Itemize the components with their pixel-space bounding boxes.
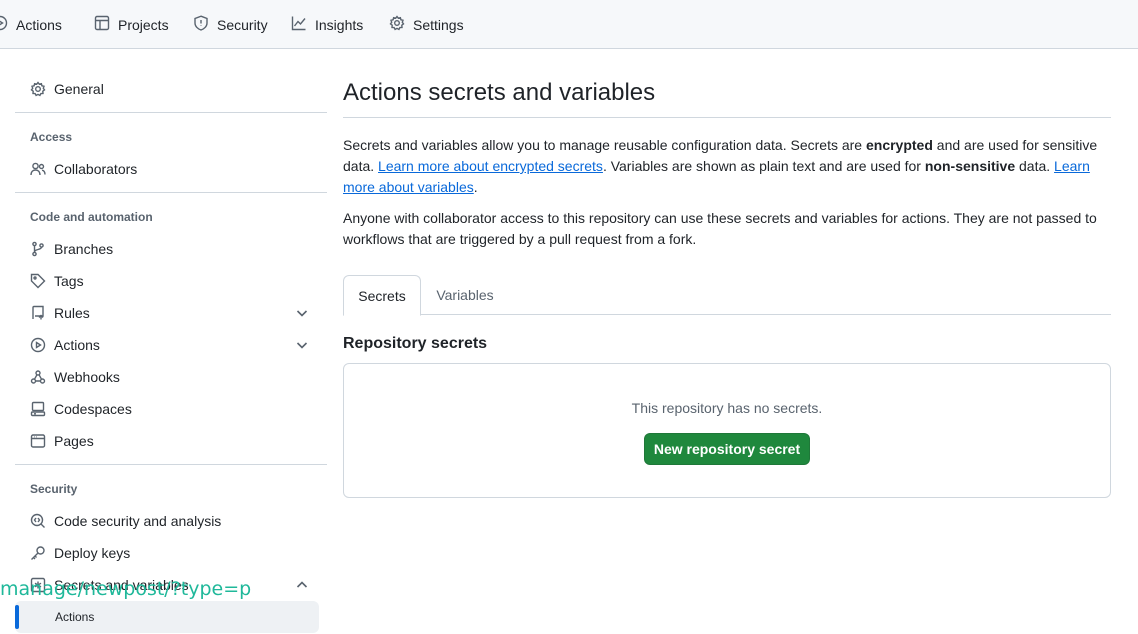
nav-tab-security[interactable]: Security	[193, 0, 268, 49]
nav-tab-label: Security	[217, 16, 268, 33]
sidebar-heading-access: Access	[30, 130, 73, 144]
nav-tab-label: Projects	[118, 16, 169, 33]
sidebar-subitem-actions[interactable]: Actions	[15, 601, 319, 633]
access-note: Anyone with collaborator access to this …	[343, 210, 1097, 247]
tag-icon	[30, 273, 46, 289]
sidebar-item-general[interactable]: General	[15, 73, 319, 105]
desc-bold: encrypted	[865, 137, 933, 153]
sidebar-item-label: Pages	[54, 433, 94, 449]
nav-tab-settings[interactable]: Settings	[389, 0, 464, 49]
chevron-down-icon[interactable]	[295, 338, 309, 352]
chevron-up-icon[interactable]	[295, 578, 309, 592]
active-marker	[15, 605, 19, 629]
desc-bold: non-sensitive	[924, 158, 1016, 174]
sidebar-item-code-security[interactable]: Code security and analysis	[15, 505, 319, 537]
repo-push-icon	[30, 305, 46, 321]
sidebar-item-label: Collaborators	[54, 161, 138, 177]
people-icon	[30, 161, 46, 177]
title-divider	[343, 117, 1111, 118]
sidebar-item-branches[interactable]: Branches	[15, 233, 319, 265]
table-icon	[94, 15, 110, 34]
nav-tab-label: Settings	[413, 16, 464, 33]
sidebar-divider	[15, 464, 327, 465]
tab-variables[interactable]: Variables	[421, 275, 509, 315]
description-paragraph: Secrets and variables allow you to manag…	[343, 135, 1111, 198]
graph-icon	[291, 15, 307, 34]
secrets-tabs: Secrets Variables	[343, 275, 1111, 316]
key-icon	[30, 545, 46, 561]
nav-tab-label: Insights	[315, 16, 364, 33]
branch-icon	[30, 241, 46, 257]
desc-text: .	[473, 179, 478, 195]
nav-tab-label: Actions	[16, 16, 62, 33]
settings-sidebar: General Access Collaborators Code and au…	[15, 49, 327, 634]
sidebar-item-label: Tags	[54, 273, 84, 289]
sidebar-item-webhooks[interactable]: Webhooks	[15, 361, 319, 393]
sidebar-item-rules[interactable]: Rules	[15, 297, 319, 329]
repo-nav: Actions Projects Security Insights Setti…	[0, 0, 1138, 49]
sidebar-item-label: Actions	[54, 337, 100, 353]
desc-text: data.	[1015, 158, 1055, 174]
sidebar-item-codespaces[interactable]: Codespaces	[15, 393, 319, 425]
sidebar-item-actions[interactable]: Actions	[15, 329, 319, 361]
page-title: Actions secrets and variables	[343, 79, 656, 106]
codescan-icon	[30, 513, 46, 529]
webhook-icon	[30, 369, 46, 385]
sidebar-item-label: Actions	[55, 610, 95, 624]
sidebar-item-label: Code security and analysis	[54, 513, 222, 529]
sidebar-item-label: Rules	[54, 305, 90, 321]
play-circle-icon	[0, 15, 8, 34]
overlay-url-text: manage/newpost/?type=p	[0, 578, 252, 600]
sidebar-heading-code: Code and automation	[30, 210, 153, 224]
sidebar-item-tags[interactable]: Tags	[15, 265, 319, 297]
sidebar-item-label: Deploy keys	[54, 545, 131, 561]
sidebar-item-label: Branches	[54, 241, 114, 257]
shield-icon	[193, 15, 209, 34]
sidebar-item-label: General	[54, 81, 104, 97]
nav-tab-insights[interactable]: Insights	[291, 0, 363, 49]
desc-text: Secrets and variables allow you to manag…	[343, 137, 866, 153]
gear-icon	[30, 81, 46, 97]
play-circle-icon	[30, 337, 46, 353]
tab-secrets[interactable]: Secrets	[343, 275, 421, 316]
sidebar-heading-security: Security	[30, 482, 78, 496]
sidebar-item-pages[interactable]: Pages	[15, 425, 319, 457]
browser-icon	[30, 433, 46, 449]
new-repository-secret-button[interactable]: New repository secret	[644, 433, 810, 465]
sidebar-item-deploy-keys[interactable]: Deploy keys	[15, 537, 319, 569]
empty-state-text: This repository has no secrets.	[631, 400, 823, 416]
sidebar-item-label: Codespaces	[54, 401, 132, 417]
learn-more-secrets-link[interactable]: Learn more about encrypted secrets	[378, 158, 603, 174]
desc-text: . Variables are shown as plain text and …	[602, 158, 925, 174]
sidebar-divider	[15, 112, 327, 113]
codespaces-icon	[30, 401, 46, 417]
chevron-down-icon[interactable]	[295, 306, 309, 320]
section-title: Repository secrets	[343, 335, 488, 352]
nav-tab-projects[interactable]: Projects	[94, 0, 169, 49]
sidebar-item-label: Webhooks	[54, 369, 120, 385]
sidebar-item-collaborators[interactable]: Collaborators	[15, 153, 319, 185]
secrets-empty-box: This repository has no secrets. New repo…	[343, 363, 1111, 498]
sidebar-divider	[15, 192, 327, 193]
gear-icon	[389, 15, 405, 34]
nav-tab-actions[interactable]: Actions	[0, 0, 62, 49]
